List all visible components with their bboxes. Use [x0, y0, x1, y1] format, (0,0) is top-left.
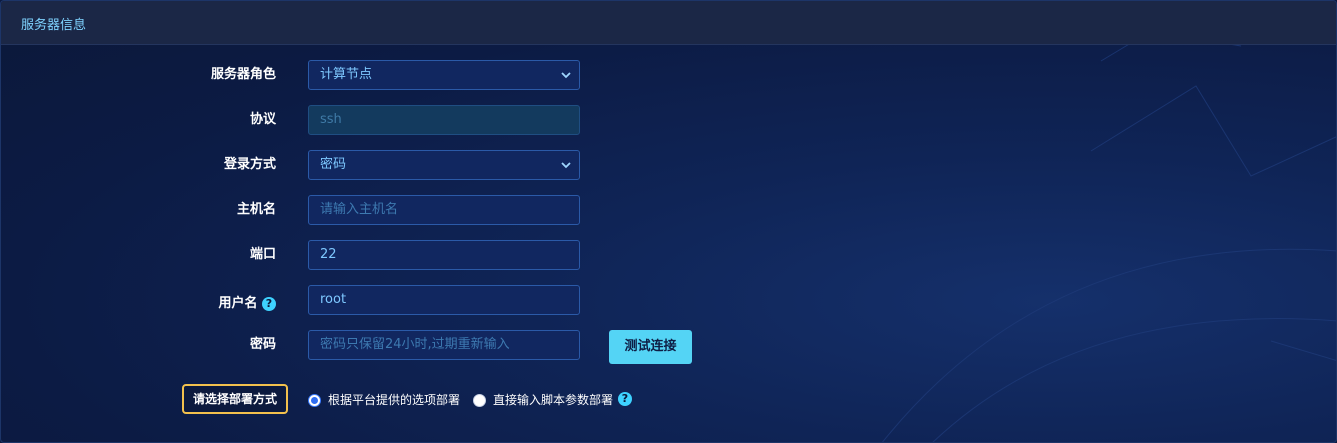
deploy-option-script-radio[interactable] [473, 394, 486, 407]
hostname-input[interactable]: 请输入主机名 [308, 195, 580, 225]
protocol-field: ssh [308, 105, 580, 135]
protocol-label: 协议 [249, 112, 276, 127]
login-method-label: 登录方式 [223, 157, 276, 172]
panel-header: 服务器信息 [1, 1, 1336, 45]
role-select-value: 计算节点 [320, 67, 373, 82]
deploy-option-platform-radio[interactable] [308, 394, 321, 407]
chevron-down-icon [561, 162, 571, 169]
deploy-option-platform-label[interactable]: 根据平台提供的选项部署 [328, 391, 460, 409]
password-label: 密码 [249, 337, 276, 352]
help-icon[interactable]: ? [262, 296, 276, 311]
password-placeholder: 密码只保留24小时,过期重新输入 [320, 337, 510, 352]
chevron-down-icon [561, 72, 571, 79]
role-label: 服务器角色 [210, 67, 276, 82]
username-label-text: 用户名 [218, 296, 258, 311]
login-method-select[interactable]: 密码 [308, 150, 580, 180]
username-value: root [320, 292, 347, 307]
deploy-method-label: 请选择部署方式 [182, 384, 288, 414]
port-input[interactable]: 22 [308, 240, 580, 270]
server-info-panel: 服务器信息 服务器角色 计算节点 协议 ssh 登录方式 密码 主机名 请输入主… [0, 0, 1337, 443]
test-connection-button[interactable]: 测试连接 [609, 330, 692, 364]
role-select[interactable]: 计算节点 [308, 60, 580, 90]
username-input[interactable]: root [308, 285, 580, 315]
protocol-value: ssh [320, 112, 342, 127]
hostname-label: 主机名 [236, 202, 276, 217]
deploy-option-script-label[interactable]: 直接输入脚本参数部署 [493, 391, 613, 409]
login-method-value: 密码 [320, 157, 347, 172]
hostname-placeholder: 请输入主机名 [320, 202, 399, 217]
port-label: 端口 [249, 247, 276, 262]
password-input[interactable]: 密码只保留24小时,过期重新输入 [308, 330, 580, 360]
panel-title: 服务器信息 [21, 18, 87, 33]
username-label: 用户名 ? [136, 289, 276, 319]
port-value: 22 [320, 247, 337, 262]
help-icon[interactable]: ? [618, 392, 632, 406]
